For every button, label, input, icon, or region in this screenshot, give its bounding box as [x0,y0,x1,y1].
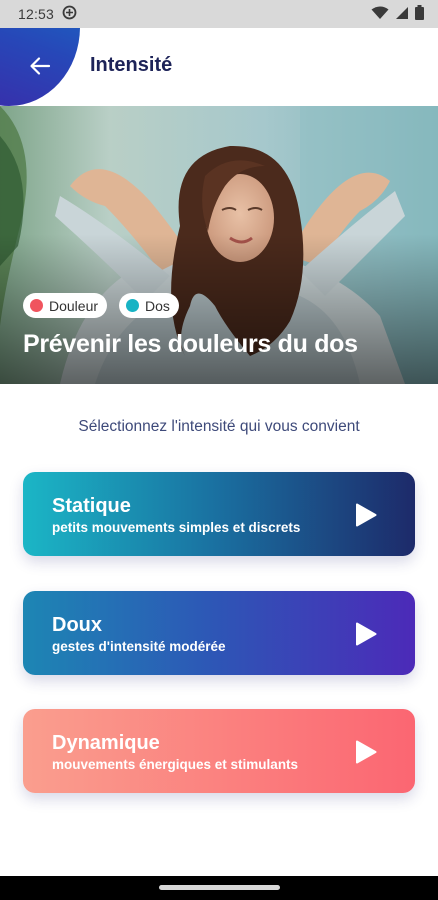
battery-icon [415,5,424,23]
wifi-icon [371,6,389,23]
intensity-prompt: Sélectionnez l'intensité qui vous convie… [78,418,360,435]
option-title: Statique [52,495,131,517]
tag-dot [126,299,140,312]
app-status-icon [62,5,77,23]
hero-banner: Douleur Dos Prévenir les douleurs du dos [0,106,438,384]
home-gesture-handle[interactable] [159,885,280,890]
intensity-option-doux[interactable]: Doux gestes d'intensité modérée [23,591,415,675]
option-description: mouvements énergiques et stimulants [52,757,299,772]
play-icon [356,622,377,646]
play-icon [356,503,377,527]
option-description: petits mouvements simples et discrets [52,520,301,535]
hero-title: Prévenir les douleurs du dos [23,330,358,358]
tag-label: Douleur [49,297,99,314]
status-bar: 12:53 [0,0,438,28]
hero-tags: Douleur Dos [23,293,179,318]
system-nav-bar [0,876,438,900]
tag-label: Dos [145,297,170,314]
option-title: Doux [52,614,102,636]
page-title: Intensité [90,54,173,76]
tag-douleur: Douleur [23,293,108,318]
option-title: Dynamique [52,732,160,754]
status-time: 12:53 [18,6,55,22]
signal-icon [395,6,409,23]
intensity-option-dynamique[interactable]: Dynamique mouvements énergiques et stimu… [23,709,415,793]
tag-dos: Dos [119,293,179,318]
option-description: gestes d'intensité modérée [52,639,226,654]
back-button[interactable] [22,50,58,86]
play-icon [356,740,377,764]
back-arrow-icon [29,55,51,82]
tag-dot [30,299,43,312]
app-header: Intensité [0,28,438,106]
intensity-option-statique[interactable]: Statique petits mouvements simples et di… [23,472,415,556]
